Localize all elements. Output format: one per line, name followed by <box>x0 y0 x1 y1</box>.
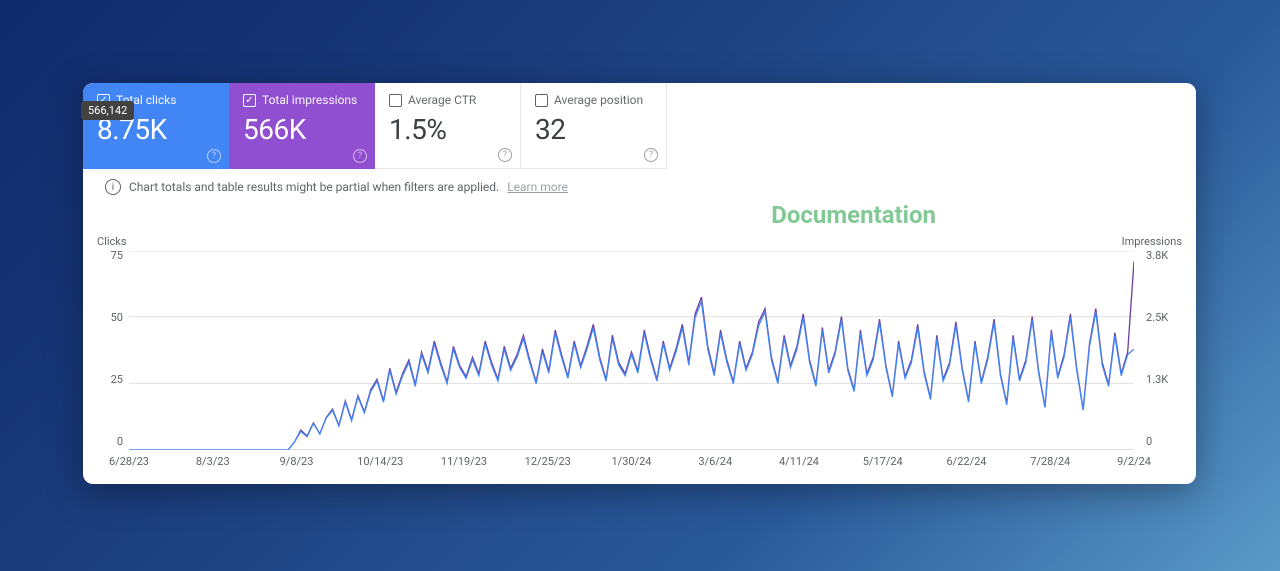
x-tick: 6/28/23 <box>109 455 149 468</box>
help-icon[interactable]: ? <box>644 148 658 162</box>
y-left-tick: 0 <box>103 435 123 448</box>
y-left-tick: 50 <box>103 311 123 324</box>
x-tick: 9/2/24 <box>1117 455 1151 468</box>
help-icon[interactable]: ? <box>498 148 512 162</box>
metrics-row: Total clicks 8.75K ? Total impressions 5… <box>83 83 1196 169</box>
help-icon[interactable]: ? <box>353 149 367 163</box>
metric-average-ctr[interactable]: Average CTR 1.5% ? <box>375 83 521 169</box>
x-tick: 7/28/24 <box>1030 455 1070 468</box>
y-right-tick: 0 <box>1146 435 1176 448</box>
x-tick: 3/6/24 <box>698 455 732 468</box>
y-left-tick: 25 <box>103 373 123 386</box>
help-icon[interactable]: ? <box>207 149 221 163</box>
info-text: Chart totals and table results might be … <box>129 180 499 194</box>
x-tick: 6/22/24 <box>947 455 987 468</box>
clicks-line <box>129 301 1134 450</box>
chart-svg <box>129 251 1134 450</box>
plot-surface[interactable] <box>129 251 1134 450</box>
x-tick: 4/11/24 <box>779 455 819 468</box>
x-tick: 5/17/24 <box>863 455 903 468</box>
x-tick: 10/14/23 <box>357 455 403 468</box>
y-axis-right-label: Impressions <box>1122 235 1182 248</box>
hover-tooltip: 566,142 <box>81 101 134 120</box>
y-right-tick: 3.8K <box>1146 249 1176 262</box>
y-right-tick: 1.3K <box>1146 373 1176 386</box>
metric-total-impressions[interactable]: Total impressions 566K ? <box>229 83 375 169</box>
metric-value: 1.5% <box>389 113 508 146</box>
x-tick: 12/25/23 <box>525 455 571 468</box>
metric-label: Total impressions <box>262 93 357 107</box>
checkbox-icon <box>389 94 402 107</box>
x-tick: 8/3/23 <box>196 455 230 468</box>
metric-value: 566K <box>243 113 363 146</box>
metric-average-position[interactable]: Average position 32 ? <box>521 83 667 169</box>
y-axis-left-label: Clicks <box>97 235 127 248</box>
metric-total-clicks[interactable]: Total clicks 8.75K ? <box>83 83 229 169</box>
checkbox-icon <box>243 94 256 107</box>
x-tick: 1/30/24 <box>612 455 652 468</box>
checkbox-icon <box>535 94 548 107</box>
y-left-tick: 75 <box>103 249 123 262</box>
info-icon: i <box>105 179 121 195</box>
metric-value: 32 <box>535 113 654 146</box>
metric-label: Average CTR <box>408 93 476 107</box>
learn-more-link[interactable]: Learn more <box>507 180 568 194</box>
y-right-tick: 2.5K <box>1146 311 1176 324</box>
chart-area: Clicks Impressions 75 50 25 0 3.8K 2.5K … <box>97 235 1182 468</box>
x-tick: 9/8/23 <box>280 455 314 468</box>
analytics-card: 566,142 Total clicks 8.75K ? Total impre… <box>83 83 1196 484</box>
metric-label: Average position <box>554 93 643 107</box>
x-tick: 11/19/23 <box>441 455 487 468</box>
watermark-label: Documentation <box>771 201 936 229</box>
info-bar: i Chart totals and table results might b… <box>83 169 1196 195</box>
